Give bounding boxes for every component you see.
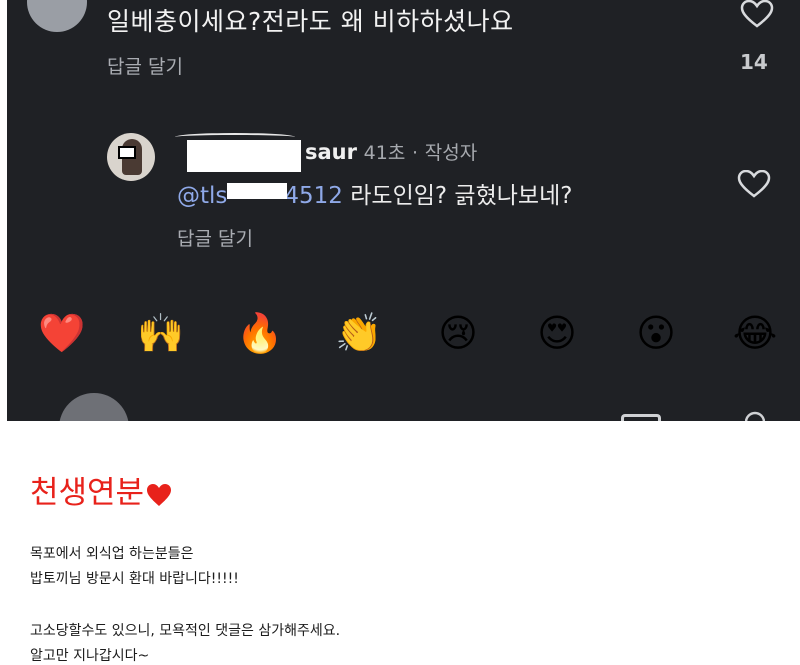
post-line: 알고만 지나갑시다~ — [30, 648, 150, 664]
separator: · — [412, 142, 419, 164]
post-title: 천생연분 — [30, 467, 172, 512]
like-count: 14 — [740, 50, 768, 74]
timestamp: 41초 — [363, 142, 406, 164]
avatar[interactable] — [107, 133, 155, 181]
clap-emoji-icon[interactable]: 👏 — [334, 308, 384, 358]
post-line: 고소당할수도 있으니, 모욕적인 댓글은 삼가해주세요. — [30, 623, 341, 639]
post-line: 밥토끼님 방문시 환대 바랍니다!!!!! — [30, 571, 239, 587]
raised-hands-emoji-icon[interactable]: 🙌 — [136, 308, 186, 358]
surprised-emoji-icon[interactable]: 😮 — [631, 308, 681, 358]
screenshot-panel: 일베충이세요?전라도 왜 비하하셨나요 답글 달기 14 saur 41초 · … — [7, 0, 800, 421]
reply-body: 라도인임? 긁혔나보네? — [342, 183, 573, 209]
post-title-text: 천생연분 — [30, 475, 145, 511]
reply-button[interactable]: 답글 달기 — [177, 224, 253, 251]
heart-eyes-emoji-icon[interactable]: 😍 — [532, 308, 582, 358]
heart-icon — [147, 483, 172, 506]
gif-icon[interactable] — [621, 414, 661, 421]
author-badge: 작성자 — [424, 142, 478, 164]
like-heart-icon[interactable] — [737, 170, 771, 198]
emoji-reaction-bar: ❤️ 🙌 🔥 👏 😢 😍 😮 😂 — [37, 308, 797, 368]
fire-emoji-icon[interactable]: 🔥 — [235, 308, 285, 358]
comment-author-line: saur 41초 · 작성자 — [305, 138, 477, 165]
redaction-box — [187, 140, 301, 172]
laughing-emoji-icon[interactable]: 😂 — [730, 308, 780, 358]
mention-link[interactable]: @tls — [177, 183, 227, 209]
reply-button[interactable]: 답글 달기 — [107, 52, 183, 79]
crying-emoji-icon[interactable]: 😢 — [433, 308, 483, 358]
avatar[interactable] — [27, 0, 87, 32]
like-heart-icon[interactable] — [740, 0, 774, 28]
redaction-box — [227, 183, 287, 199]
post-line: 목포에서 외식업 하는분들은 — [30, 546, 194, 562]
username[interactable]: saur — [305, 140, 357, 164]
comment-text: 일베충이세요?전라도 왜 비하하셨나요 — [107, 7, 514, 36]
heart-emoji-icon[interactable]: ❤️ — [37, 308, 87, 358]
mention-link-suffix[interactable]: 4512 — [284, 183, 343, 209]
avatar — [59, 393, 129, 421]
emoji-icon[interactable] — [745, 410, 765, 421]
